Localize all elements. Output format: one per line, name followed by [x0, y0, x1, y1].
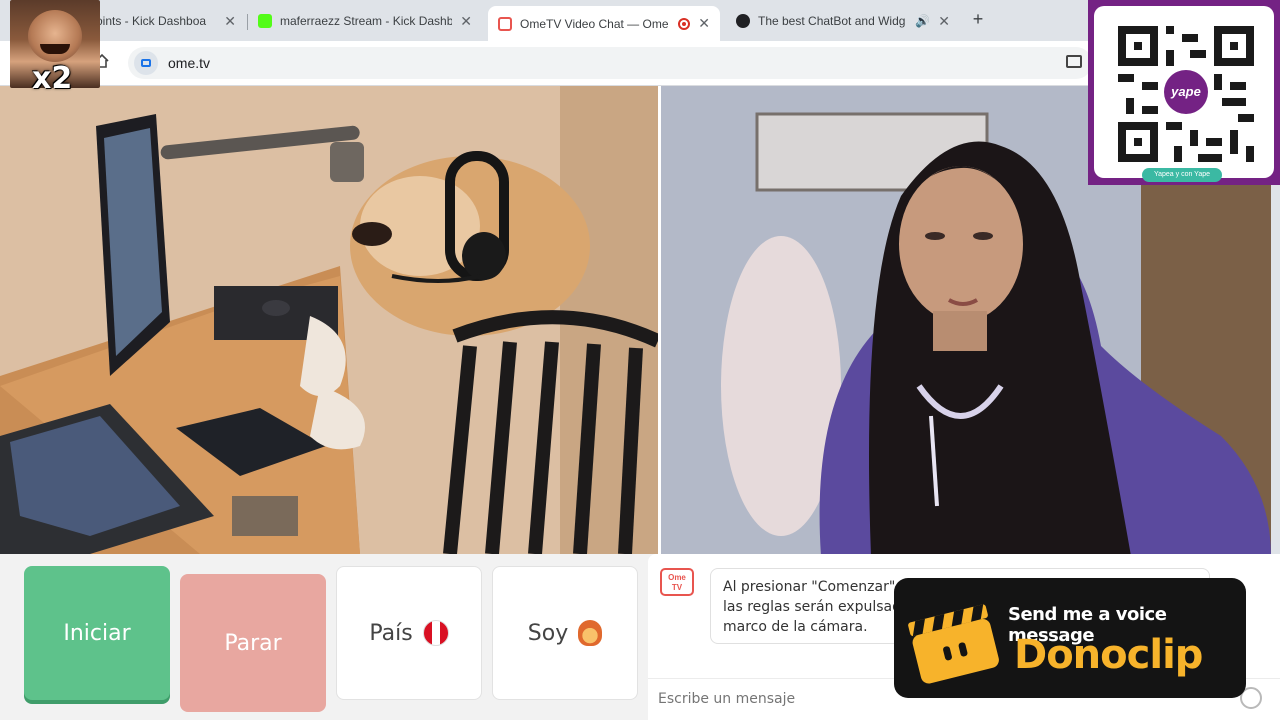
emote-overlay: x2 [10, 0, 100, 94]
qr-caption: Yapea y con Yape [1142, 168, 1222, 182]
tab-ometv[interactable]: OmeTV Video Chat — Ome ✕ [488, 6, 720, 41]
close-tab-icon[interactable]: ✕ [224, 13, 236, 30]
emote-multiplier: x2 [32, 61, 73, 96]
tab-title: maferraezz Stream - Kick Dashb [280, 14, 453, 28]
clapperboard-icon [908, 604, 999, 684]
close-tab-icon[interactable]: ✕ [938, 13, 950, 30]
donoclip-brand: Donoclip [1014, 632, 1203, 678]
close-tab-icon[interactable]: ✕ [698, 15, 710, 32]
emote-face [28, 10, 82, 62]
tab-chatbot[interactable]: The best ChatBot and Widg 🔊 ✕ [726, 6, 960, 36]
gender-label: Soy [527, 620, 569, 646]
new-tab-button[interactable]: + [968, 9, 988, 29]
qr-card: yape [1094, 6, 1274, 178]
tab-kick-dashboard-points[interactable]: oints - Kick Dashboa ✕ [86, 6, 246, 36]
start-label: Iniciar [63, 620, 131, 646]
gender-button[interactable]: Soy [492, 566, 638, 700]
cast-icon[interactable] [1066, 55, 1082, 68]
peru-flag-icon [422, 620, 449, 646]
stop-label: Parar [224, 630, 282, 656]
yape-logo: yape [1164, 70, 1208, 114]
url-text: ome.tv [168, 55, 211, 71]
local-video [0, 86, 658, 554]
ometv-favicon-icon [498, 16, 512, 31]
tab-kick-stream[interactable]: maferraezz Stream - Kick Dashb ✕ [248, 6, 482, 36]
address-bar[interactable]: ome.tv [128, 47, 1092, 79]
chatbot-favicon-icon [736, 14, 750, 28]
person-emoji-icon [578, 620, 603, 646]
start-button[interactable]: Iniciar [24, 566, 170, 700]
tab-title: The best ChatBot and Widg [758, 14, 906, 28]
stop-button[interactable]: Parar [180, 574, 326, 712]
kick-favicon-icon [258, 14, 272, 28]
country-label: País [369, 620, 413, 646]
country-button[interactable]: País [336, 566, 482, 700]
donoclip-overlay: Send me a voice message Donoclip [894, 578, 1246, 698]
ometv-logo-icon: Ome TV [660, 568, 694, 596]
tab-title: OmeTV Video Chat — Ome [520, 16, 669, 31]
tab-title: oints - Kick Dashboa [96, 14, 207, 28]
local-video-frame [0, 86, 658, 554]
screen: oints - Kick Dashboa ✕ maferraezz Stream… [0, 0, 1280, 720]
close-tab-icon[interactable]: ✕ [460, 13, 472, 30]
recording-icon [678, 17, 691, 30]
yape-qr-overlay: yape Yapea y con Yape [1088, 0, 1280, 185]
site-video-icon[interactable] [134, 51, 158, 75]
speaker-icon: 🔊 [915, 14, 931, 28]
